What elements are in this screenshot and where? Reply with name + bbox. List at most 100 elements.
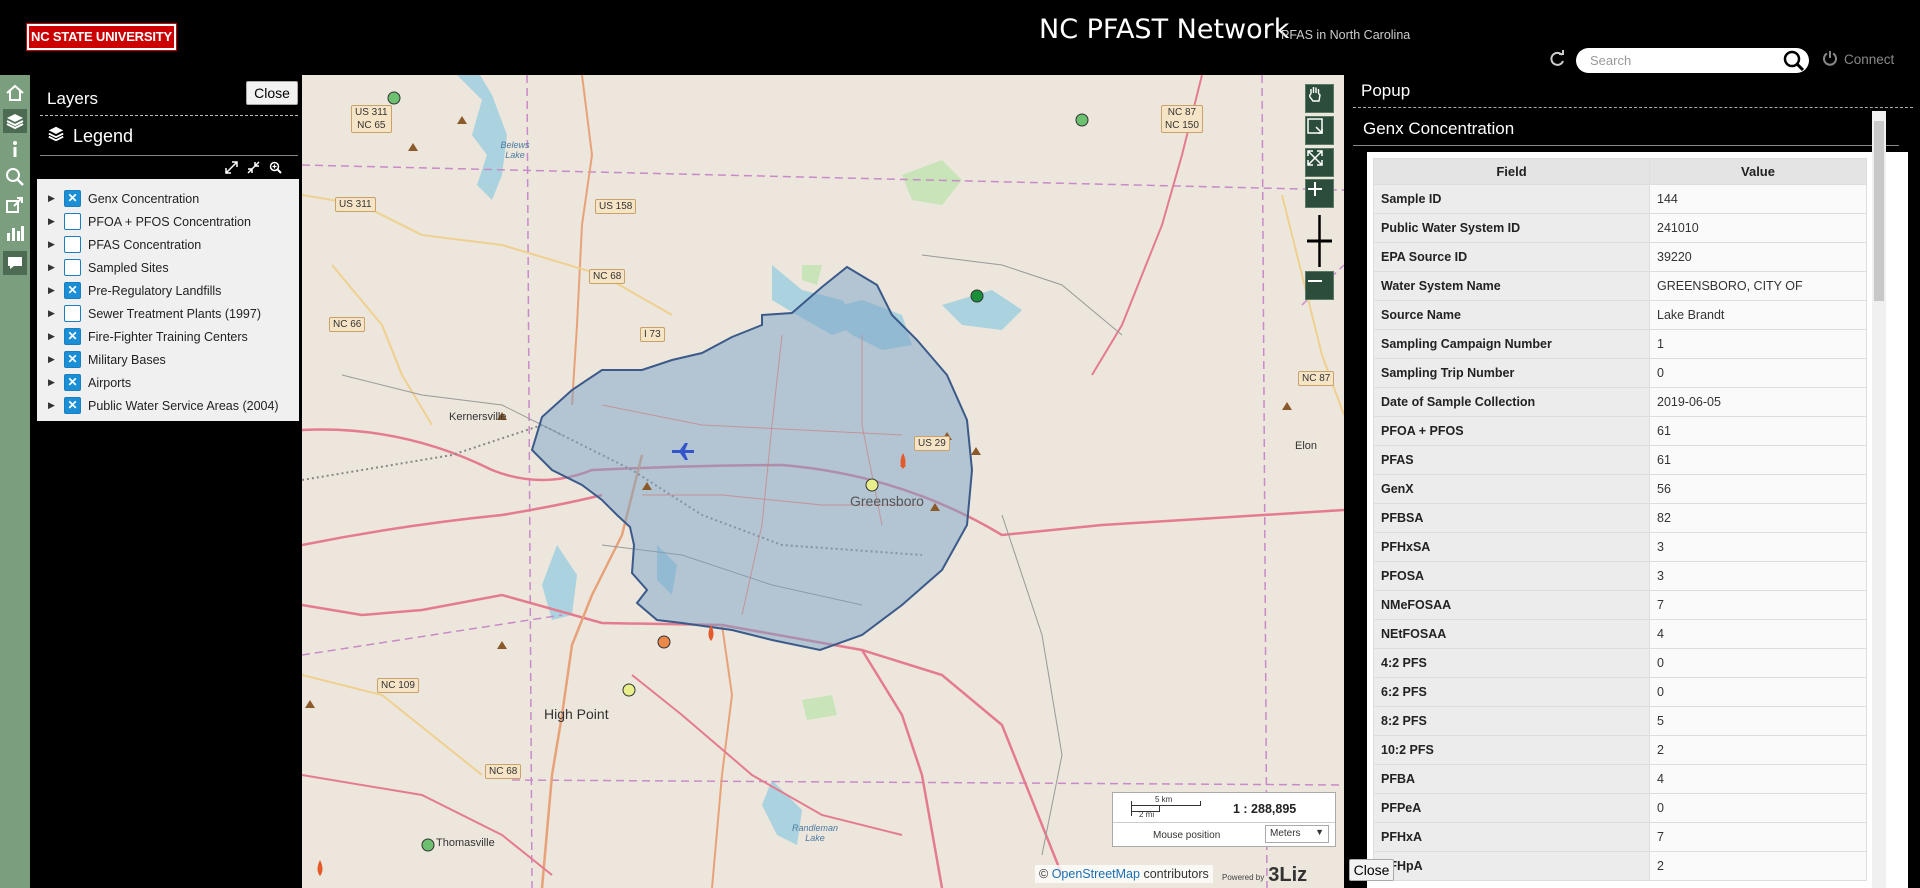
scrollbar-thumb[interactable] xyxy=(1874,121,1884,301)
expand-arrow-icon[interactable]: ▶ xyxy=(48,193,56,204)
connect-button[interactable]: Connect xyxy=(1822,50,1894,69)
divider xyxy=(1353,107,1913,108)
openstreetmap-link[interactable]: OpenStreetMap xyxy=(1052,867,1140,881)
zoom-in-button[interactable] xyxy=(1305,179,1334,208)
fire-training-marker[interactable] xyxy=(317,860,323,876)
park-shape xyxy=(902,160,962,205)
pan-tool-button[interactable] xyxy=(1305,84,1334,113)
share-icon[interactable] xyxy=(3,193,27,217)
landfill-marker[interactable] xyxy=(305,700,315,708)
table-row: Source Name Lake Brandt xyxy=(1373,300,1867,330)
nc-state-logo[interactable]: NC STATE UNIVERSITY xyxy=(26,23,177,51)
sample-site-marker[interactable] xyxy=(387,91,401,105)
zoom-full-extent-button[interactable] xyxy=(1305,148,1334,177)
road-shield: NC 87 NC 150 xyxy=(1161,105,1203,133)
divider xyxy=(40,115,298,116)
layer-checkbox[interactable]: ✕ xyxy=(64,328,81,345)
layer-item-landfills[interactable]: ▶ ✕ Pre-Regulatory Landfills xyxy=(37,279,299,302)
layer-checkbox[interactable] xyxy=(64,259,81,276)
value-cell: 61 xyxy=(1649,416,1867,446)
layer-checkbox[interactable]: ✕ xyxy=(64,374,81,391)
sample-site-marker-selected[interactable] xyxy=(970,289,984,303)
sample-site-marker[interactable] xyxy=(657,635,671,649)
layer-item-firefighter[interactable]: ▶ ✕ Fire-Fighter Training Centers xyxy=(37,325,299,348)
powered-by-label: Powered by xyxy=(1222,873,1265,882)
county-boundary xyxy=(1261,75,1268,888)
table-row: Sampling Campaign Number 1 xyxy=(1373,329,1867,359)
value-cell: 3 xyxy=(1649,532,1867,562)
search-tool-icon[interactable] xyxy=(3,165,27,189)
expand-arrow-icon[interactable]: ▶ xyxy=(48,331,56,342)
expand-all-icon[interactable] xyxy=(225,161,238,179)
zoom-box-tool-button[interactable] xyxy=(1305,116,1334,145)
powered-by[interactable]: Powered by 3Liz xyxy=(1222,857,1312,888)
layer-label: Sampled Sites xyxy=(88,260,169,275)
zoom-out-button[interactable] xyxy=(1305,271,1334,300)
layer-item-pfas[interactable]: ▶ PFAS Concentration xyxy=(37,233,299,256)
search-icon[interactable] xyxy=(1783,50,1805,72)
layers-close-button[interactable]: Close xyxy=(246,81,298,105)
layer-item-water-service[interactable]: ▶ ✕ Public Water Service Areas (2004) xyxy=(37,394,299,417)
layer-checkbox[interactable]: ✕ xyxy=(64,397,81,414)
sample-site-marker[interactable] xyxy=(622,683,636,697)
value-cell: 0 xyxy=(1649,677,1867,707)
expand-arrow-icon[interactable]: ▶ xyxy=(48,400,56,411)
expand-arrow-icon[interactable]: ▶ xyxy=(48,308,56,319)
value-cell: Lake Brandt xyxy=(1649,300,1867,330)
landfill-marker[interactable] xyxy=(497,641,507,649)
layer-checkbox[interactable]: ✕ xyxy=(64,282,81,299)
zoom-to-layer-icon[interactable] xyxy=(269,161,282,179)
layer-item-sampled-sites[interactable]: ▶ Sampled Sites xyxy=(37,256,299,279)
layer-checkbox[interactable]: ✕ xyxy=(64,351,81,368)
info-icon[interactable] xyxy=(3,137,27,161)
water-service-area-polygon[interactable] xyxy=(530,265,974,652)
collapse-all-icon[interactable] xyxy=(247,161,260,179)
value-cell: 2 xyxy=(1649,735,1867,765)
divider xyxy=(40,155,298,156)
table-row: 8:2 PFS 5 xyxy=(1373,706,1867,736)
popup-close-button[interactable]: Close xyxy=(1349,859,1394,881)
units-select[interactable]: Meters ▼ xyxy=(1265,825,1329,843)
expand-arrow-icon[interactable]: ▶ xyxy=(48,377,56,388)
landfill-marker[interactable] xyxy=(1282,402,1292,410)
zoom-slider[interactable] xyxy=(1305,213,1334,269)
expand-arrow-icon[interactable]: ▶ xyxy=(48,239,56,250)
field-cell: Public Water System ID xyxy=(1373,213,1650,243)
layer-checkbox[interactable] xyxy=(64,213,81,230)
home-icon[interactable] xyxy=(3,81,27,105)
sample-site-marker[interactable] xyxy=(1075,113,1089,127)
popup-scrollbar[interactable] xyxy=(1872,111,1886,888)
layer-item-pfoa-pfos[interactable]: ▶ PFOA + PFOS Concentration xyxy=(37,210,299,233)
landfill-marker[interactable] xyxy=(408,143,418,151)
value-cell: 4 xyxy=(1649,764,1867,794)
comment-icon[interactable] xyxy=(3,251,27,275)
field-cell: 6:2 PFS xyxy=(1373,677,1650,707)
layer-item-genx[interactable]: ▶ ✕ Genx Concentration xyxy=(37,187,299,210)
chart-icon[interactable] xyxy=(3,221,27,245)
expand-arrow-icon[interactable]: ▶ xyxy=(48,285,56,296)
layers-icon[interactable] xyxy=(3,109,27,133)
sample-site-marker[interactable] xyxy=(421,838,435,852)
refresh-icon[interactable] xyxy=(1548,50,1566,68)
expand-arrow-icon[interactable]: ▶ xyxy=(48,216,56,227)
connect-label: Connect xyxy=(1844,52,1895,67)
highway xyxy=(571,75,594,406)
layer-label: Military Bases xyxy=(88,352,166,367)
search-input[interactable] xyxy=(1590,52,1770,69)
layer-checkbox[interactable] xyxy=(64,236,81,253)
road-shield: US 158 xyxy=(595,199,637,214)
sample-site-marker[interactable] xyxy=(865,478,879,492)
layer-item-military[interactable]: ▶ ✕ Military Bases xyxy=(37,348,299,371)
layer-item-sewer-plants[interactable]: ▶ Sewer Treatment Plants (1997) xyxy=(37,302,299,325)
layer-item-airports[interactable]: ▶ ✕ Airports xyxy=(37,371,299,394)
scale-km-label: 5 km xyxy=(1155,795,1173,804)
expand-arrow-icon[interactable]: ▶ xyxy=(48,262,56,273)
landfill-marker[interactable] xyxy=(971,447,981,455)
value-cell: 0 xyxy=(1649,648,1867,678)
layer-checkbox[interactable] xyxy=(64,305,81,322)
map-canvas[interactable]: Greensboro High Point Kernersville Thoma… xyxy=(302,75,1344,888)
road-shield: US 311 NC 65 xyxy=(351,105,392,133)
expand-arrow-icon[interactable]: ▶ xyxy=(48,354,56,365)
layer-checkbox[interactable]: ✕ xyxy=(64,190,81,207)
landfill-marker[interactable] xyxy=(457,116,467,124)
